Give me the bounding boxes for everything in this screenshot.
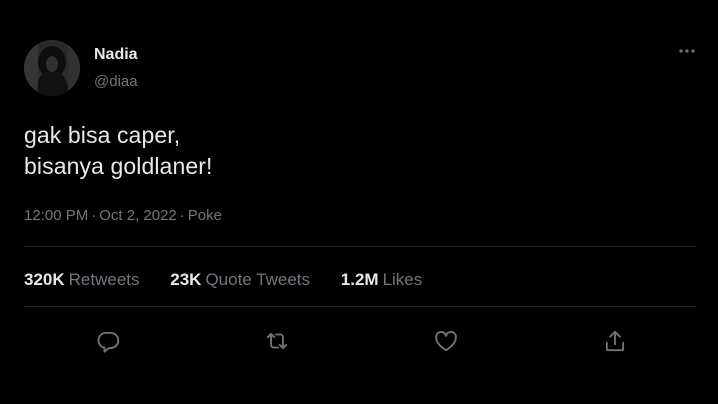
- share-icon: [605, 330, 625, 352]
- divider: [24, 246, 696, 247]
- retweets-count: 320K: [24, 270, 65, 289]
- user-handle[interactable]: @diaa: [94, 72, 138, 92]
- likes-label: Likes: [382, 270, 423, 289]
- engagement-stats: 320K Retweets 23K Quote Tweets 1.2M Likes: [24, 268, 448, 292]
- likes-count: 1.2M: [340, 270, 379, 289]
- tweet-text: gak bisa caper, bisanya goldlaner!: [24, 122, 213, 179]
- divider: [24, 306, 696, 307]
- meta-separator: ·: [91, 207, 97, 224]
- quote-tweets-label: Quote Tweets: [205, 270, 311, 289]
- share-button[interactable]: [600, 326, 630, 356]
- avatar[interactable]: [24, 40, 80, 96]
- retweets-stat[interactable]: 320K Retweets: [24, 268, 140, 292]
- more-dots-icon[interactable]: [672, 40, 702, 62]
- tweet-date[interactable]: Oct 2, 2022: [99, 207, 177, 224]
- reply-icon: [97, 331, 120, 353]
- retweet-button[interactable]: [262, 326, 292, 356]
- tweet-time[interactable]: 12:00 PM: [24, 207, 88, 224]
- heart-icon: [435, 331, 457, 352]
- tweet-source[interactable]: Poke: [188, 207, 222, 224]
- retweet-icon: [266, 333, 288, 349]
- likes-stat[interactable]: 1.2M Likes: [341, 268, 422, 292]
- quote-tweets-count: 23K: [170, 270, 202, 289]
- tweet-meta: 12:00 PM · Oct 2, 2022 · Poke: [24, 206, 222, 226]
- tweet-card: Nadia @diaa gak bisa caper, bisanya gold…: [0, 0, 718, 404]
- action-bar: [0, 326, 718, 356]
- meta-separator: ·: [179, 207, 185, 224]
- like-button[interactable]: [431, 326, 461, 356]
- profile-photo-icon: [24, 40, 80, 96]
- quote-tweets-stat[interactable]: 23K Quote Tweets: [170, 268, 310, 292]
- display-name[interactable]: Nadia: [94, 45, 138, 65]
- reply-button[interactable]: [93, 326, 123, 356]
- retweets-label: Retweets: [68, 270, 140, 289]
